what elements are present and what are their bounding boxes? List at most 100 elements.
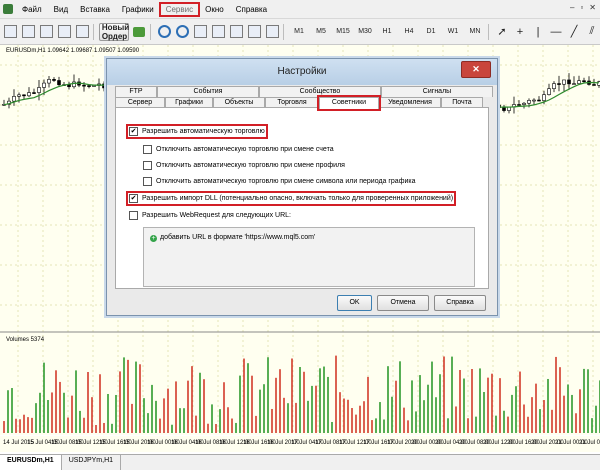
period-w1[interactable]: W1 <box>443 24 463 40</box>
separator <box>283 24 284 40</box>
candle-body <box>23 95 26 96</box>
tab-community[interactable]: Сообщество <box>259 86 381 97</box>
option-allow-webrequest[interactable]: Разрешить WebRequest для следующих URL: <box>129 211 291 220</box>
candle-body <box>503 108 506 111</box>
checkbox-allow-autotrading[interactable]: ✔ <box>129 127 138 136</box>
ok-button[interactable]: OK <box>337 295 372 311</box>
cancel-button[interactable]: Отмена <box>377 295 429 311</box>
profiles-button[interactable] <box>20 24 36 40</box>
vertical-line-button[interactable]: | <box>530 24 546 40</box>
candle-body <box>58 80 61 84</box>
menu-insert[interactable]: Вставка <box>75 4 115 15</box>
period-d1[interactable]: D1 <box>421 24 441 40</box>
menu-view[interactable]: Вид <box>49 4 73 15</box>
indicators-icon <box>248 25 261 38</box>
add-url-hint[interactable]: добавить URL в формате 'https://www.mql5… <box>160 234 315 241</box>
menu-window[interactable]: Окно <box>200 4 229 15</box>
new-chart-button[interactable] <box>2 24 18 40</box>
add-url-icon[interactable]: + <box>150 235 157 242</box>
candle-body <box>43 83 46 87</box>
period-m15[interactable]: M15 <box>333 24 353 40</box>
option-allow-dll-import[interactable]: ✔ Разрешить импорт DLL (потенциально опа… <box>129 194 453 203</box>
period-m30[interactable]: M30 <box>355 24 375 40</box>
checkbox-disable-on-account-change[interactable] <box>143 145 152 154</box>
restore-icon[interactable]: ▫ <box>580 3 583 12</box>
zoom-out-button[interactable] <box>174 24 190 40</box>
trendline-button[interactable]: ╱ <box>566 24 582 40</box>
new-order-button[interactable]: Новый Ордер <box>99 23 129 41</box>
tile-icon <box>194 25 207 38</box>
tile-button[interactable] <box>192 24 208 40</box>
tab-expert-advisors[interactable]: Советники <box>319 97 379 109</box>
menu-help[interactable]: Справка <box>231 4 272 15</box>
minimize-icon[interactable]: – <box>570 3 574 12</box>
candle-body <box>548 89 551 95</box>
scroll-icon <box>212 25 225 38</box>
candle-body <box>573 84 576 85</box>
cursor-button[interactable]: ➚ <box>494 24 510 40</box>
market-watch-button[interactable] <box>38 24 54 40</box>
indicators-button[interactable] <box>246 24 262 40</box>
tab-events[interactable]: События <box>157 86 259 97</box>
navigator-button[interactable] <box>74 24 90 40</box>
shift-button[interactable] <box>228 24 244 40</box>
menu-charts[interactable]: Графики <box>117 4 159 15</box>
checkbox-allow-dll-import[interactable]: ✔ <box>129 194 138 203</box>
help-button[interactable]: Справка <box>434 295 486 311</box>
dialog-close-button[interactable]: ✕ <box>461 61 491 78</box>
candle-body <box>563 80 566 84</box>
option-disable-on-symbol-change[interactable]: Отключить автоматическую торговлю при см… <box>143 177 415 186</box>
data-window-icon <box>58 25 71 38</box>
candle-body <box>578 81 581 84</box>
menu-bar: Файл Вид Вставка Графики Сервис Окно Спр… <box>0 0 600 19</box>
data-window-button[interactable] <box>56 24 72 40</box>
autotrading-button[interactable] <box>131 24 147 40</box>
menu-file[interactable]: Файл <box>17 4 47 15</box>
channel-button[interactable]: ⫽ <box>584 24 600 40</box>
autotrading-icon <box>133 27 145 37</box>
templates-icon <box>266 25 279 38</box>
period-h4[interactable]: H4 <box>399 24 419 40</box>
candle-body <box>48 79 51 83</box>
url-list[interactable]: + добавить URL в формате 'https://www.mq… <box>143 227 475 287</box>
candle-body <box>593 84 596 85</box>
date-axis: 14 Jul 201515 Jul 04:0015 Jul 08:0015 Ju… <box>0 436 600 452</box>
new-order-label: Новый Ордер <box>102 23 129 41</box>
chart-tab-eurusd[interactable]: EURUSDm,H1 <box>0 455 62 470</box>
tab-row-back: FTP События Сообщество Сигналы <box>115 86 493 97</box>
checkbox-allow-webrequest[interactable] <box>129 211 138 220</box>
option-disable-on-account-change[interactable]: Отключить автоматическую торговлю при см… <box>143 145 334 154</box>
period-h1[interactable]: H1 <box>377 24 397 40</box>
vertical-line-icon: | <box>537 26 540 38</box>
candle-body <box>528 100 531 103</box>
candle-body <box>38 87 41 92</box>
period-m1[interactable]: M1 <box>289 24 309 40</box>
templates-button[interactable] <box>264 24 280 40</box>
scroll-button[interactable] <box>210 24 226 40</box>
period-m5[interactable]: M5 <box>311 24 331 40</box>
candle-body <box>13 96 16 101</box>
zoom-in-button[interactable] <box>156 24 172 40</box>
navigator-icon <box>76 25 89 38</box>
label-allow-autotrading: Разрешить автоматическую торговлю <box>142 128 265 135</box>
candle-body <box>533 100 536 101</box>
candle-body <box>18 95 21 96</box>
tab-ftp[interactable]: FTP <box>115 86 157 97</box>
app-icon <box>3 4 13 14</box>
option-allow-autotrading[interactable]: ✔ Разрешить автоматическую торговлю <box>129 127 265 136</box>
crosshair-button[interactable]: + <box>512 24 528 40</box>
horizontal-line-button[interactable]: — <box>548 24 564 40</box>
chart-tab-usdjpy[interactable]: USDJPYm,H1 <box>62 455 121 470</box>
candle-body <box>583 81 586 82</box>
option-disable-on-profile-change[interactable]: Отключить автоматическую торговлю при см… <box>143 161 345 170</box>
checkbox-disable-on-profile-change[interactable] <box>143 161 152 170</box>
close-icon[interactable]: ✕ <box>589 3 596 12</box>
label-disable-on-account-change: Отключить автоматическую торговлю при см… <box>156 146 334 153</box>
tab-signals[interactable]: Сигналы <box>381 86 493 97</box>
period-mn[interactable]: MN <box>465 24 485 40</box>
checkbox-disable-on-symbol-change[interactable] <box>143 177 152 186</box>
separator <box>488 24 489 40</box>
menu-tools[interactable]: Сервис <box>161 4 198 15</box>
chart-tabs: EURUSDm,H1 USDJPYm,H1 <box>0 454 600 470</box>
volume-label: Volumes 5374 <box>6 337 44 343</box>
